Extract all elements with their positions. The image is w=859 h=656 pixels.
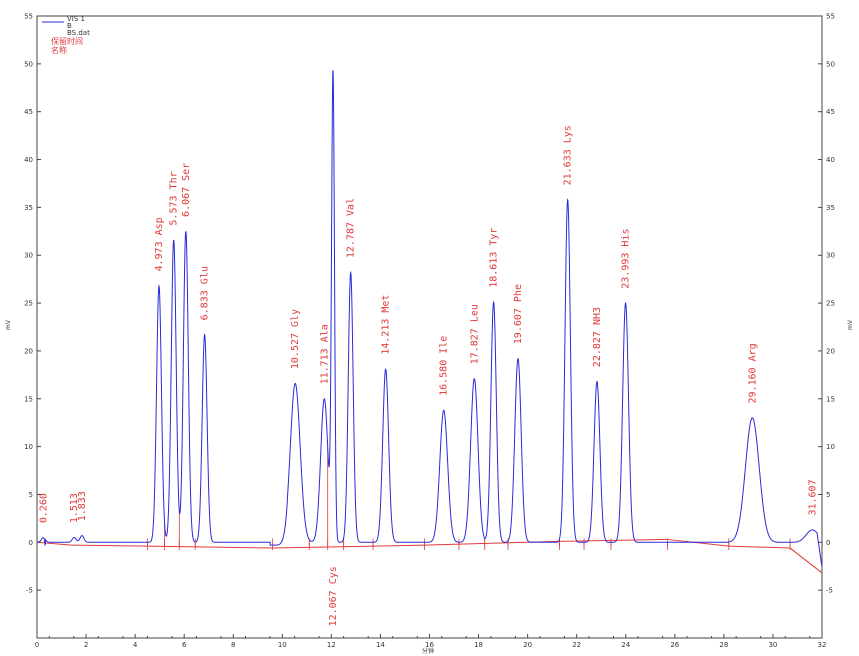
x-axis-label: 分钟 [422, 647, 434, 655]
peak-label: 22.827 NH3 [592, 307, 603, 367]
y-tick-label-left: 25 [24, 300, 33, 308]
y-tick-label-right: 10 [826, 443, 835, 451]
y-tick-label-right: 55 [826, 13, 835, 21]
x-tick-label: 30 [768, 641, 777, 649]
x-tick-label: 32 [818, 641, 827, 649]
x-tick-label: 2 [84, 641, 88, 649]
y-tick-label-right: 25 [826, 300, 835, 308]
x-tick-label: 6 [182, 641, 187, 649]
x-tick-label: 12 [327, 641, 336, 649]
peak-label: 17.827 Leu [469, 304, 480, 364]
y-tick-label-left: 50 [24, 60, 33, 68]
baseline-segment [71, 544, 148, 547]
peak-label: 12.067 Cys [328, 566, 339, 626]
y-tick-label-right: 35 [826, 204, 835, 212]
x-tick-label: 8 [231, 641, 235, 649]
y-axis-label-right: mV [847, 319, 854, 330]
x-tick-label: 4 [133, 641, 138, 649]
y-tick-label-left: 40 [24, 156, 33, 164]
y-tick-label-left: 5 [29, 491, 33, 499]
chromatogram-trace [36, 70, 823, 566]
y-tick-label-left: 55 [24, 13, 33, 21]
y-tick-label-left: 0 [29, 539, 33, 547]
peak-label: 4.973 Asp [154, 217, 165, 271]
y-tick-label-right: 40 [826, 156, 835, 164]
peak-label: 0.260 [38, 493, 49, 523]
y-tick-label-right: 50 [826, 60, 835, 68]
peak-label: 19.607 Phe [513, 284, 524, 344]
x-tick-label: 0 [35, 641, 39, 649]
peak-label: 6.067 Ser [181, 163, 192, 217]
x-tick-label: 24 [621, 641, 630, 649]
x-tick-label: 20 [523, 641, 532, 649]
y-tick-label-left: 30 [24, 252, 33, 260]
y-tick-label-right: 15 [826, 395, 835, 403]
peak-label: 23.993 His [621, 229, 632, 289]
peak-label: 10.527 Gly [290, 309, 301, 369]
legend: VIS 1 B BS.dat 保留时间 名称 [42, 15, 90, 55]
baseline-segment [789, 547, 823, 574]
y-tick-label-right: -5 [826, 587, 833, 595]
y-tick-label-right: 20 [826, 347, 835, 355]
peak-label: 31.607 [807, 479, 818, 515]
baseline-segment [147, 545, 273, 549]
x-tick-label: 26 [670, 641, 679, 649]
trace-layer [36, 70, 823, 566]
y-tick-label-right: 0 [826, 539, 830, 547]
y-tick-label-right: 30 [826, 252, 835, 260]
peak-label: 29.160 Arg [747, 343, 758, 403]
peak-label: 14.213 Met [381, 295, 392, 355]
y-tick-label-left: 35 [24, 204, 33, 212]
peak-label: 21.633 Lys [563, 125, 574, 185]
baseline-segment [272, 544, 425, 549]
y-tick-label-left: 10 [24, 443, 33, 451]
x-tick-label: 18 [474, 641, 483, 649]
y-tick-label-left: 15 [24, 395, 33, 403]
legend-annotation-retention-time: 保留时间 [51, 36, 83, 46]
plot-axes: -5 -50 05 510 1015 1520 2025 2530 3035 3540 4045 45… [24, 13, 835, 650]
chromatogram-chart: -5 -50 05 510 1015 1520 2025 2530 3035 3540 4045 45… [5, 13, 854, 656]
y-tick-label-right: 45 [826, 108, 835, 116]
peak-label: 11.713 Ala [319, 324, 330, 384]
peak-label: 18.613 Tyr [489, 228, 500, 288]
peak-label: 5.573 Thr [169, 171, 180, 225]
baseline-segment [728, 545, 791, 549]
legend-annotation-name: 名称 [51, 45, 67, 55]
peak-label: 6.833 Glu [200, 266, 211, 320]
x-tick-label: 14 [376, 641, 385, 649]
legend-entry-3: BS.dat [67, 29, 90, 37]
peak-label: 1.833 [77, 491, 88, 521]
x-tick-label: 10 [278, 641, 287, 649]
peak-label: 16.580 Ile [439, 336, 450, 396]
y-tick-label-right: 5 [826, 491, 830, 499]
peak-label-layer: 0.260 1.5131.8334.973 Asp5.573 Thr 6.067 S… [38, 125, 818, 626]
y-tick-label-left: 45 [24, 108, 33, 116]
peak-label: 12.787 Val [346, 198, 357, 258]
y-tick-label-left: -5 [26, 587, 33, 595]
y-axis-label-left: mV [5, 319, 12, 330]
y-tick-label-left: 20 [24, 347, 33, 355]
x-tick-label: 22 [572, 641, 581, 649]
x-tick-label: 28 [719, 641, 728, 649]
